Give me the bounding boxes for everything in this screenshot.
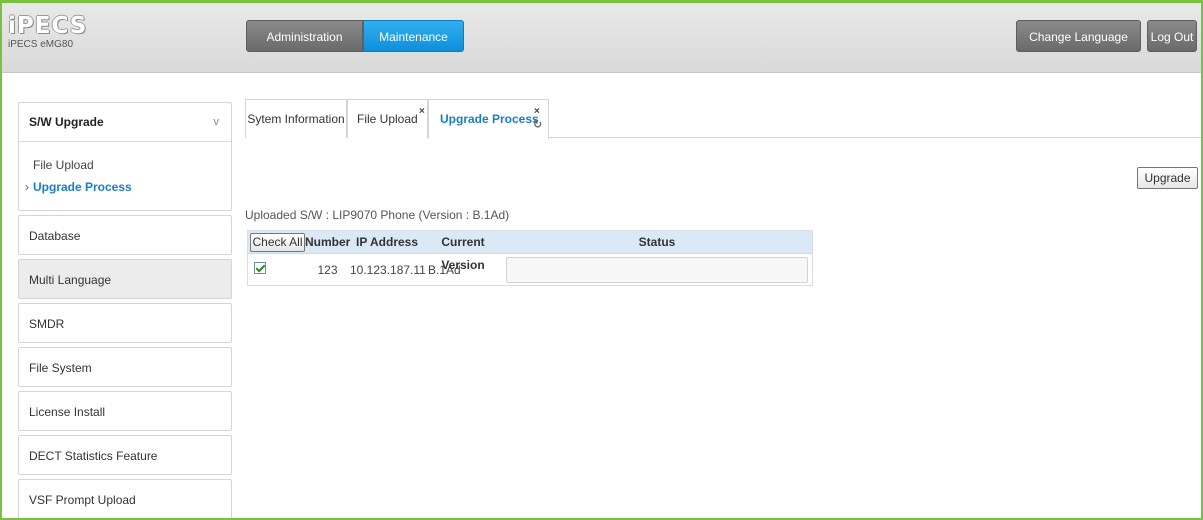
cell-ip-address: 10.123.187.11 [350,262,426,277]
table-header: Check All Number IP Address Current Vers… [248,231,812,272]
sidebar-item-smdr[interactable]: SMDR [18,303,232,343]
brand-logo: iPECS iPECS eMG80 [8,14,87,50]
upgrade-table: Check All Number IP Address Current Vers… [247,230,813,286]
check-all-cell: Check All [248,231,305,254]
tab-system-information[interactable]: Sytem Information [245,99,347,138]
tab-maintenance[interactable]: Maintenance [363,20,464,52]
column-header-number: Number [305,235,351,249]
column-header-current-version: Current Version [441,235,485,272]
app-frame: iPECS iPECS eMG80 Administration Mainten… [0,0,1203,520]
sidebar-item-dect-statistics[interactable]: DECT Statistics Feature [18,435,232,475]
tab-file-upload[interactable]: File Upload × [347,99,428,138]
row-checkbox-cell [248,262,305,277]
ipecs-logo: iPECS [8,13,88,39]
table-row: 123 10.123.187.11 B.1Ad [248,254,812,285]
tab-upgrade-process[interactable]: Upgrade Process × ↻ [428,99,549,139]
sidebar-item-file-upload[interactable]: File Upload [33,154,231,176]
sidebar-item-upgrade-process[interactable]: › Upgrade Process [25,176,231,198]
sidebar-item-file-system[interactable]: File System [18,347,232,387]
logout-button[interactable]: Log Out [1147,20,1197,52]
sidebar-group-sw-upgrade: S/W Upgrade v File Upload › Upgrade Proc… [18,102,232,211]
cell-status [502,256,812,283]
column-header-status: Status [638,235,676,249]
cell-current-version: B.1Ad [428,262,461,277]
content-tab-bar: Sytem Information File Upload × Upgrade … [245,99,1201,139]
tab-label: File Upload [357,112,418,126]
close-icon[interactable]: × [534,107,540,117]
sidebar-submenu: File Upload › Upgrade Process [19,142,231,210]
status-progress-box [506,256,808,283]
sidebar-item-label: Upgrade Process [33,180,132,194]
sidebar-item-vsf-prompt-upload[interactable]: VSF Prompt Upload [18,479,232,518]
tab-administration[interactable]: Administration [246,20,363,52]
sidebar-item-multi-language[interactable]: Multi Language [18,259,232,299]
column-header-ip-address: IP Address [355,235,419,249]
refresh-icon[interactable]: ↻ [533,120,542,131]
check-all-button[interactable]: Check All [250,233,305,252]
chevron-right-icon: › [25,180,29,194]
close-icon[interactable]: × [419,107,425,117]
system-model: iPECS eMG80 [8,39,74,50]
uploaded-sw-info: Uploaded S/W : LIP9070 Phone (Version : … [245,208,510,222]
top-header: iPECS iPECS eMG80 Administration Mainten… [2,3,1201,73]
sidebar-item-database[interactable]: Database [18,215,232,255]
tab-label: Upgrade Process [440,112,539,126]
upgrade-button[interactable]: Upgrade [1137,167,1198,189]
row-checkbox[interactable] [254,262,266,274]
sidebar: S/W Upgrade v File Upload › Upgrade Proc… [18,102,232,518]
sidebar-group-title: S/W Upgrade [29,115,104,129]
sidebar-group-header[interactable]: S/W Upgrade v [19,103,231,142]
main-nav-tabs: Administration Maintenance [246,20,464,52]
sidebar-item-license-install[interactable]: License Install [18,391,232,431]
change-language-button[interactable]: Change Language [1016,20,1141,52]
sidebar-item-label: File Upload [33,158,94,172]
chevron-down-icon: v [213,116,220,128]
cell-number: 123 [317,262,338,277]
